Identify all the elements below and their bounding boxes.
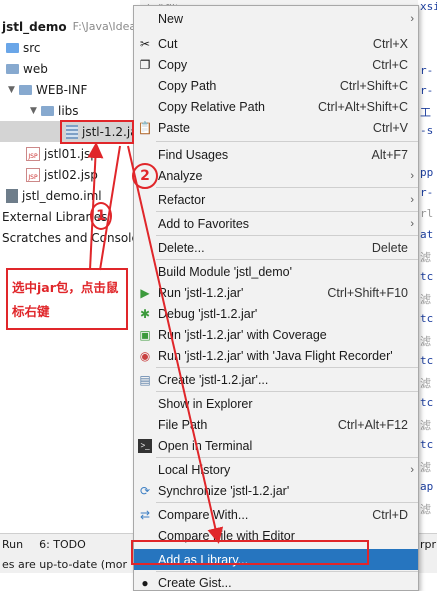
arrow-to-jar xyxy=(87,142,104,271)
arrow-to-jar-2 xyxy=(99,145,121,271)
arrow-to-add-library xyxy=(127,145,224,544)
annotation-arrows xyxy=(87,142,224,544)
